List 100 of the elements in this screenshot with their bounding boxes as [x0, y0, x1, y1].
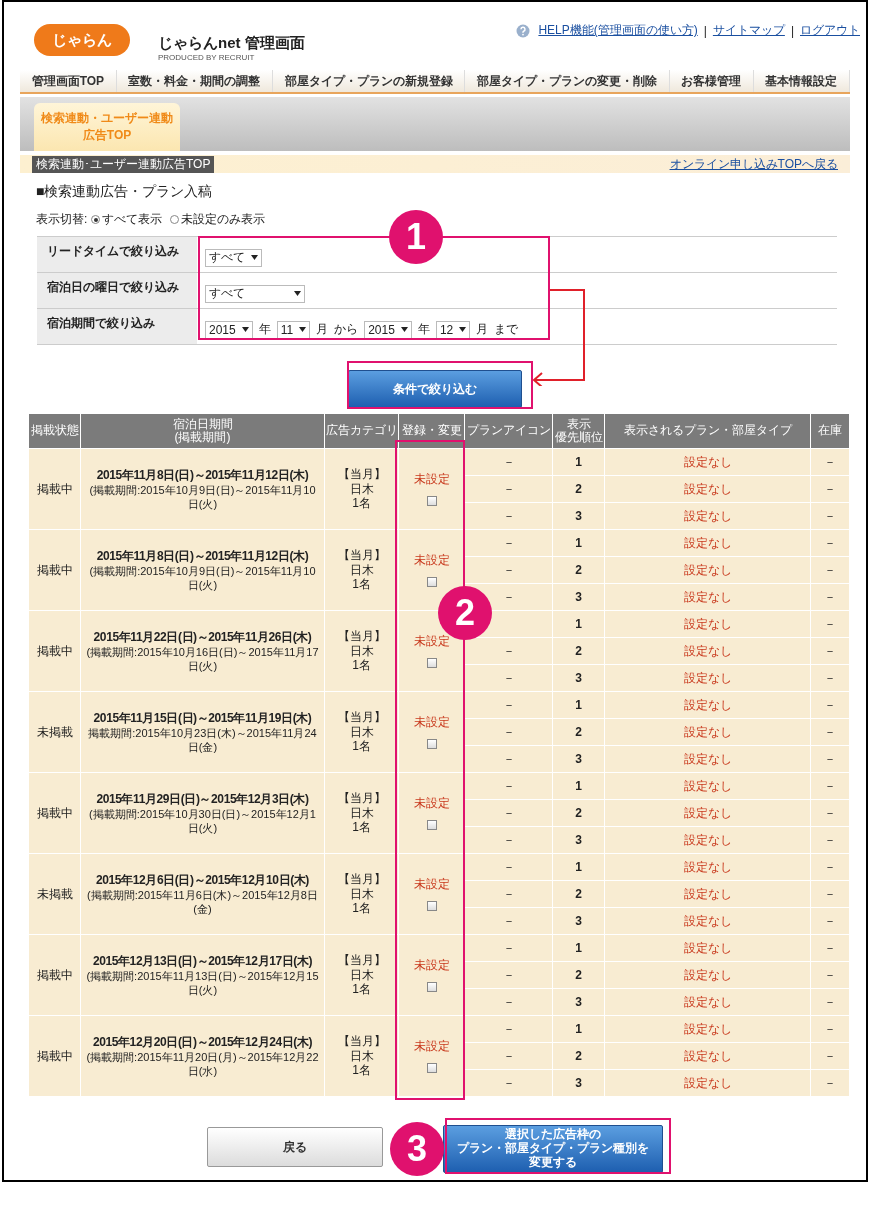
header-link[interactable]: ログアウト	[800, 22, 860, 39]
nav-item[interactable]: 室数・料金・期間の調整	[116, 70, 273, 92]
nav-item[interactable]: 部屋タイプ・プランの新規登録	[273, 70, 466, 92]
plan-cell: 設定なし	[604, 799, 811, 827]
separator: |	[703, 23, 707, 38]
plan-icon-cell: －	[502, 508, 515, 523]
radio-option[interactable]: 未設定のみ表示	[170, 211, 266, 228]
checkbox[interactable]	[426, 981, 437, 992]
nav-item[interactable]: 基本情報設定	[753, 70, 851, 92]
plan-icon-cell: －	[502, 562, 515, 577]
plan-cell: 設定なし	[604, 664, 811, 692]
stay-period: 2015年11月22日(日)～2015年11月26日(木)	[92, 629, 313, 647]
registration-status: 未設定	[412, 876, 451, 893]
dropdown[interactable]: 11	[276, 320, 311, 339]
filter-text: まで	[494, 321, 519, 338]
help-link[interactable]: HELP機能(管理画面の使い方)	[538, 22, 698, 39]
publish-period: (掲載期間:2015年11月20日(月)～2015年12月22日(水)	[85, 1051, 320, 1078]
dropdown[interactable]: すべて	[205, 284, 305, 303]
registration-status: 未設定	[412, 795, 451, 812]
dropdown[interactable]: 2015	[205, 320, 253, 339]
caret-icon	[459, 327, 467, 332]
category-text: 1名	[352, 820, 371, 835]
plan-icon-cell: －	[502, 1021, 515, 1036]
registration-status: 未設定	[412, 471, 451, 488]
plan-icon-cell: －	[502, 481, 515, 496]
toggle-label: 表示切替:	[36, 211, 88, 228]
category-text: 日木	[349, 724, 374, 740]
category-text: 【当月】	[337, 791, 386, 806]
filter-text: 年	[417, 321, 430, 338]
checkbox[interactable]	[426, 657, 437, 668]
header-link[interactable]: サイトマップ	[712, 22, 785, 39]
filter-button[interactable]: 条件で絞り込む	[348, 370, 522, 408]
category-text: 1名	[352, 496, 371, 511]
plan-cell: 設定なし	[604, 745, 811, 773]
column-header: (掲載期間)	[173, 431, 232, 445]
plan-icon-cell: －	[502, 778, 515, 793]
checkbox[interactable]	[426, 819, 437, 830]
dropdown[interactable]: すべて	[205, 248, 262, 267]
plan-icon-cell: －	[502, 994, 515, 1009]
filter-text: 月	[316, 321, 329, 338]
back-button[interactable]: 戻る	[207, 1127, 383, 1167]
plan-icon-cell: －	[502, 454, 515, 469]
plan-icon-cell: －	[502, 724, 515, 739]
plan-cell: 設定なし	[604, 583, 811, 611]
category-text: 1名	[352, 982, 371, 997]
status-cell: 掲載中	[28, 610, 81, 692]
checkbox[interactable]	[426, 576, 437, 587]
plan-icon-cell: －	[502, 1048, 515, 1063]
plan-icon-cell: －	[502, 913, 515, 928]
change-button[interactable]: 選択した広告枠の プラン・部屋タイプ・プラン種別を 変更する	[443, 1125, 663, 1173]
filter-label: 宿泊期間で絞り込み	[37, 308, 197, 345]
category-text: 【当月】	[337, 467, 386, 482]
radio-option[interactable]: すべて表示	[91, 211, 163, 228]
step-badge: 1	[389, 210, 443, 264]
plan-cell: 設定なし	[604, 475, 811, 503]
help-icon[interactable]	[516, 23, 531, 38]
registration-status: 未設定	[412, 714, 451, 731]
status-cell: 未掲載	[28, 691, 81, 773]
category-text: 日木	[349, 643, 374, 659]
category-text: 【当月】	[337, 1034, 386, 1049]
category-text: 1名	[352, 739, 371, 754]
plan-cell: 設定なし	[604, 988, 811, 1016]
plan-icon-cell: －	[502, 967, 515, 982]
column-header: 広告カテゴリ	[325, 424, 398, 438]
plan-icon-cell: －	[502, 940, 515, 955]
step-badge: 3	[390, 1122, 444, 1176]
filter-label: 宿泊日の曜日で絞り込み	[37, 272, 197, 309]
column-header: 登録・変更	[400, 424, 463, 438]
plan-cell: 設定なし	[604, 448, 811, 476]
checkbox[interactable]	[426, 900, 437, 911]
plan-cell: 設定なし	[604, 961, 811, 989]
column-header: 表示	[565, 417, 592, 431]
column-header: 在庫	[817, 424, 843, 438]
filter-label: リードタイムで絞り込み	[37, 236, 197, 273]
nav-item[interactable]: お客様管理	[669, 70, 754, 92]
column-header: 掲載状態	[29, 424, 80, 438]
back-link[interactable]: オンライン申し込みTOPへ戻る	[669, 155, 838, 173]
nav-item[interactable]: 部屋タイプ・プランの変更・削除	[465, 70, 670, 92]
status-cell: 未掲載	[28, 853, 81, 935]
stay-period: 2015年11月15日(日)～2015年11月19日(木)	[92, 710, 313, 728]
checkbox[interactable]	[426, 1062, 437, 1073]
plan-cell: 設定なし	[604, 718, 811, 746]
registration-status: 未設定	[412, 957, 451, 974]
checkbox[interactable]	[426, 738, 437, 749]
publish-period: (掲載期間:2015年10月30日(日)～2015年12月1日(火)	[88, 808, 317, 835]
category-text: 日木	[349, 967, 374, 983]
plan-cell: 設定なし	[604, 529, 811, 557]
nav-item[interactable]: 管理画面TOP	[20, 70, 117, 92]
dropdown[interactable]: 2015	[364, 320, 412, 339]
filter-text: 月	[476, 321, 489, 338]
publish-period: 掲載期間:2015年10月23日(木)～2015年11月24日(金)	[87, 727, 318, 754]
plan-cell: 設定なし	[604, 826, 811, 854]
publish-period: (掲載期間:2015年11月6日(木)～2015年12月8日(金)	[86, 889, 319, 916]
plan-cell: 設定なし	[604, 1042, 811, 1070]
dropdown[interactable]: 12	[435, 320, 471, 339]
plan-icon-cell: －	[502, 535, 515, 550]
category-text: 日木	[349, 805, 374, 821]
status-cell: 掲載中	[28, 1015, 81, 1097]
plan-cell: 設定なし	[604, 880, 811, 908]
checkbox[interactable]	[426, 495, 437, 506]
